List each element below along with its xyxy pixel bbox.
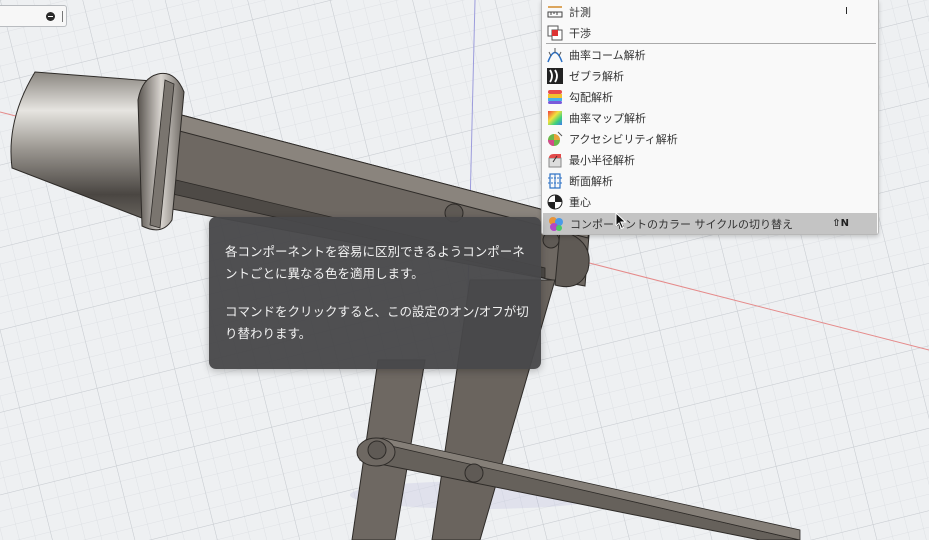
- inspect-dropdown-menu: 計測 I 干渉 曲率コーム解析 ゼブラ解析 勾配解析 曲率マップ解析 アクセシビ…: [541, 0, 879, 235]
- shortcut-label: ⇧N: [832, 218, 849, 229]
- interference-icon: [547, 25, 563, 41]
- accessibility-icon: [547, 131, 563, 147]
- menu-item-draft-analysis[interactable]: 勾配解析: [542, 86, 878, 107]
- menu-item-accessibility[interactable]: アクセシビリティ解析: [542, 128, 878, 149]
- menu-item-label: アクセシビリティ解析: [569, 132, 678, 146]
- minimum-radius-icon: [547, 152, 563, 168]
- menu-item-center-of-mass[interactable]: 重心: [542, 191, 878, 212]
- menu-item-label: 曲率コーム解析: [569, 48, 646, 62]
- menu-item-label: コンポーネントのカラー サイクルの切り替え: [570, 217, 793, 231]
- center-of-mass-icon: [547, 194, 563, 210]
- measure-icon: [547, 4, 563, 20]
- menu-item-curvature-map[interactable]: 曲率マップ解析: [542, 107, 878, 128]
- draft-analysis-icon: [547, 89, 563, 105]
- tooltip-description: 各コンポーネントを容易に区別できるようコンポーネントごとに異なる色を適用します。: [225, 244, 525, 281]
- command-tooltip: 各コンポーネントを容易に区別できるようコンポーネントごとに異なる色を適用します。…: [209, 217, 541, 369]
- curvature-map-icon: [547, 110, 563, 126]
- menu-item-label: ゼブラ解析: [569, 69, 624, 83]
- menu-item-label: 勾配解析: [569, 90, 613, 104]
- menu-item-label: 曲率マップ解析: [569, 111, 646, 125]
- curvature-comb-icon: [547, 47, 563, 63]
- mouse-cursor-icon: [615, 212, 627, 230]
- component-color-cycle-icon: [548, 216, 564, 232]
- collapse-icon[interactable]: [46, 12, 55, 21]
- section-analysis-icon: [547, 172, 563, 189]
- menu-item-label: 干渉: [569, 26, 591, 40]
- navigation-toolbar-fragment: [0, 5, 67, 27]
- menu-item-label: 最小半径解析: [569, 153, 635, 167]
- toolbar-grip-icon[interactable]: [62, 11, 63, 22]
- menu-item-measure[interactable]: 計測 I: [542, 1, 878, 22]
- tooltip-instruction: コマンドをクリックすると、この設定のオン/オフが切り替わります。: [225, 304, 529, 341]
- menu-item-minimum-radius[interactable]: 最小半径解析: [542, 149, 878, 170]
- shortcut-label: I: [845, 6, 848, 17]
- menu-item-label: 断面解析: [569, 174, 613, 188]
- menu-item-component-color-cycle[interactable]: コンポーネントのカラー サイクルの切り替え ⇧N: [543, 213, 877, 234]
- menu-item-label: 計測: [569, 5, 591, 19]
- menu-item-zebra[interactable]: ゼブラ解析: [542, 65, 878, 86]
- zebra-icon: [547, 67, 563, 84]
- menu-item-interference[interactable]: 干渉: [542, 22, 878, 43]
- menu-item-section-analysis[interactable]: 断面解析: [542, 170, 878, 191]
- menu-item-curvature-comb[interactable]: 曲率コーム解析: [542, 44, 878, 65]
- menu-item-label: 重心: [569, 195, 591, 209]
